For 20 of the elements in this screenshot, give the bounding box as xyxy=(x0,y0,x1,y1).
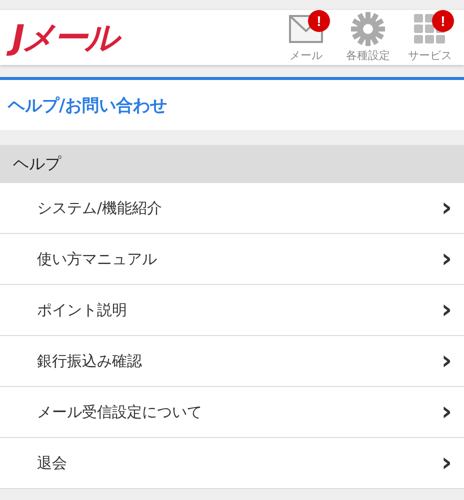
chevron-icon: › xyxy=(441,297,452,323)
menu-item[interactable]: システム/機能紹介 › xyxy=(0,183,464,234)
nav-button[interactable]: 各種設定 xyxy=(342,12,394,63)
chevron-icon: › xyxy=(441,195,452,221)
alert-badge: ! xyxy=(432,10,454,32)
page-title: ヘルプ/お問い合わせ xyxy=(0,77,464,130)
menu-item[interactable]: 退会 › xyxy=(0,438,464,489)
menu-item[interactable]: ポイント説明 › xyxy=(0,285,464,336)
chevron-icon: › xyxy=(441,246,452,272)
alert-badge: ! xyxy=(308,10,330,32)
logo[interactable]: Jメール xyxy=(8,16,127,60)
nav-button[interactable]: サービス ! xyxy=(404,12,456,63)
menu-item[interactable]: メール受信設定について › xyxy=(0,387,464,438)
chevron-icon: › xyxy=(441,399,452,425)
menu-item[interactable]: 銀行振込み確認 › xyxy=(0,336,464,387)
nav-button[interactable]: メール ! xyxy=(280,12,332,63)
menu-item[interactable]: 使い方マニュアル › xyxy=(0,234,464,285)
section-header: ヘルプ xyxy=(0,145,464,183)
chevron-icon: › xyxy=(441,450,452,476)
chevron-icon: › xyxy=(441,348,452,374)
